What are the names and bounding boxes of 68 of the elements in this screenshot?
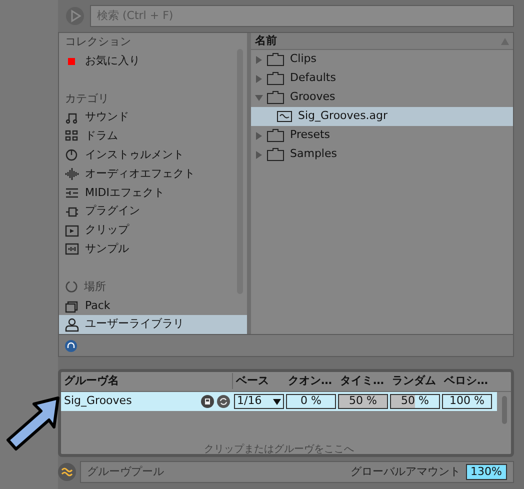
base-dropdown[interactable]: 1/16 [234,394,284,409]
column-header[interactable]: クオン… [285,372,337,389]
sidebar-item[interactable]: サウンド [59,108,247,128]
save-icon[interactable] [201,395,214,408]
column-header[interactable]: タイミ… [337,372,389,389]
plug-icon [65,204,79,219]
section-heading: カテゴリ [65,90,109,107]
grid-icon [65,129,79,144]
refresh-icon[interactable] [217,395,230,408]
sidebar-item[interactable]: ドラム [59,127,247,146]
expand-triangle-icon[interactable] [255,56,263,64]
user-icon [65,318,79,332]
file-row[interactable]: Sig_Grooves.agr [251,107,513,126]
ring-icon [65,280,78,294]
caret-icon [273,398,281,404]
folder-icon [267,148,284,161]
wave-file-icon [277,111,292,122]
file-row[interactable]: Clips [251,50,513,69]
file-row[interactable]: Presets [251,126,513,145]
wave-icon[interactable] [58,463,76,481]
panel-title: グルーヴプール [87,464,164,480]
section-heading: 場所 [84,278,106,295]
sidebar-item[interactable]: Pack [59,296,247,316]
sidebar-item[interactable]: ユーザーライブラリ [59,315,247,334]
value-slider[interactable]: 50 % [338,394,388,409]
folder-icon [267,72,284,85]
file-row[interactable]: Grooves [251,88,513,107]
collapse-triangle-icon[interactable] [255,94,263,102]
column-header[interactable]: グルーヴ名 [61,372,233,389]
knob-icon [65,148,79,162]
sidebar-item[interactable]: オーディオエフェクト [59,164,247,184]
sample-icon [65,242,79,256]
folder-icon [267,53,284,66]
file-row[interactable]: Defaults [251,69,513,88]
value-slider[interactable]: 50 % [390,394,440,409]
sidebar-item[interactable]: MIDIエフェクト [59,184,247,202]
drop-hint: クリップまたはグルーヴをここへ [203,444,355,454]
sort-icon [501,38,509,44]
sliders-icon [65,186,79,200]
value-slider[interactable]: 0 % [286,394,336,409]
sidebar-item[interactable]: お気に入り [59,52,247,71]
waveform-icon [65,167,79,182]
groove-name[interactable]: Sig_Grooves [64,393,132,410]
folder-icon [267,129,284,142]
folder-icon [267,91,284,104]
headphones-icon[interactable] [65,340,77,352]
note-icon [65,110,79,125]
column-header[interactable]: ランダム [389,372,441,389]
expand-triangle-icon[interactable] [255,132,263,140]
global-amount-label: グローバルアマウント [350,464,461,480]
section-heading: コレクション [65,34,131,50]
column-title: 名前 [255,32,277,49]
scrollbar[interactable] [502,396,506,424]
column-header[interactable]: ベロシ… [441,372,493,389]
file-row[interactable]: Samples [251,145,513,164]
expand-triangle-icon[interactable] [255,74,263,82]
value-slider[interactable]: 100 % [442,394,492,409]
sidebar-item[interactable]: クリップ [59,221,247,240]
sidebar-item[interactable]: プラグイン [59,202,247,222]
column-header[interactable]: 名前 [251,33,513,50]
sidebar-item[interactable]: インストゥルメント [59,146,247,165]
sidebar-item[interactable]: サンプル [59,240,247,259]
expand-triangle-icon[interactable] [255,150,263,158]
play-icon[interactable] [66,7,84,25]
stack-icon [65,298,79,313]
column-header[interactable]: ベース [233,372,285,389]
clip-icon [65,224,79,238]
global-amount-field[interactable]: 130% [466,464,507,480]
